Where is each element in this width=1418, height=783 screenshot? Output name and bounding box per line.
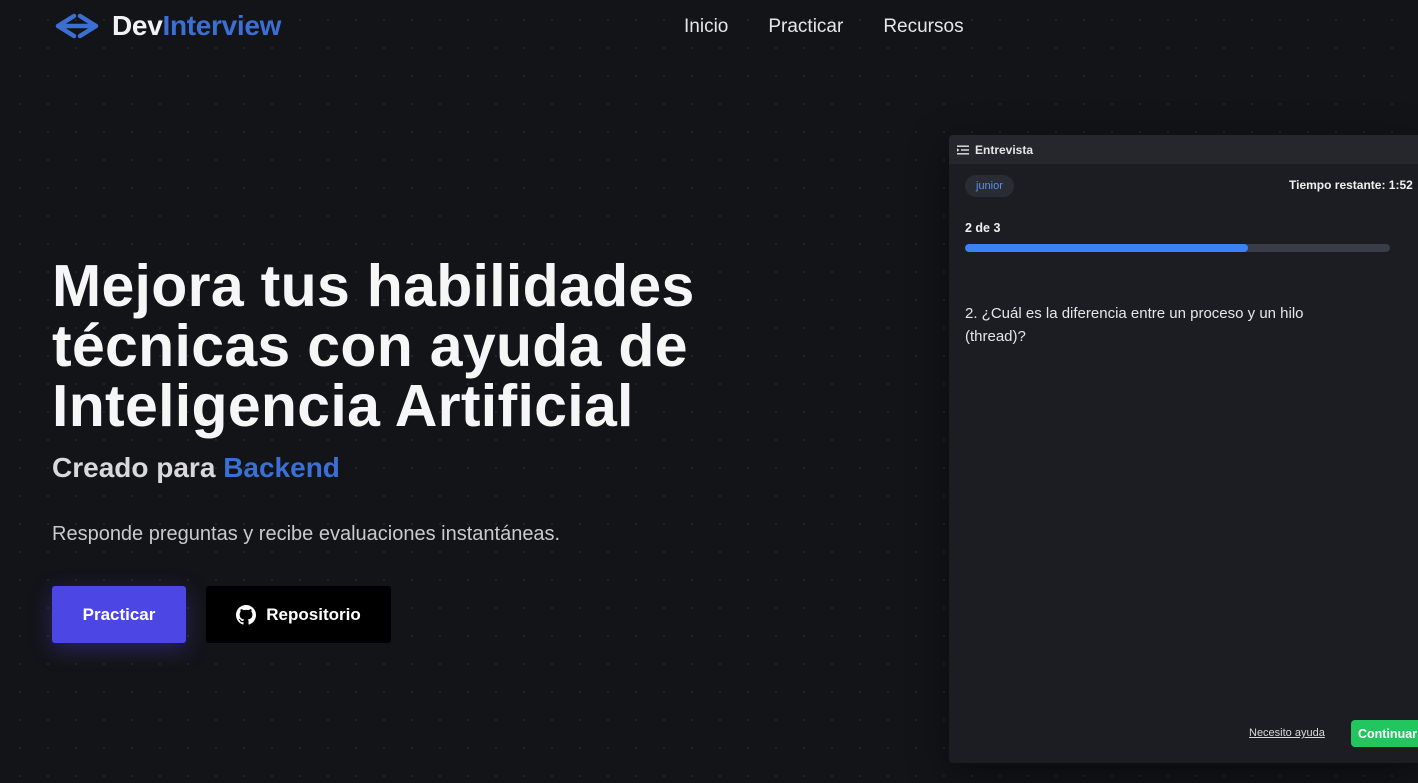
arrows-exchange-icon	[52, 13, 102, 39]
need-help-link[interactable]: Necesito ayuda	[1249, 727, 1325, 739]
hero-subtitle-highlight: Backend	[223, 452, 340, 483]
hero-title-line-3: Inteligencia Artificial	[52, 373, 634, 439]
repository-button-label: Repositorio	[266, 604, 361, 624]
time-remaining: Tiempo restante: 1:52	[1289, 178, 1413, 192]
nav-item-inicio[interactable]: Inicio	[684, 16, 728, 38]
practice-button[interactable]: Practicar	[52, 586, 186, 643]
practice-button-label: Practicar	[82, 604, 156, 624]
brand-name-dev: Dev	[112, 10, 163, 41]
question-text: 2. ¿Cuál es la diferencia entre un proce…	[965, 305, 1304, 345]
nav-item-practicar[interactable]: Practicar	[768, 16, 843, 38]
site-header: DevInterview Inicio Practicar Recursos	[0, 0, 1418, 56]
hero-subtitle-prefix: Creado para	[52, 452, 216, 483]
main-nav: Inicio Practicar Recursos	[684, 16, 964, 38]
brand-name-interview: Interview	[162, 10, 282, 41]
hero-title: Mejora tus habilidades técnicas con ayud…	[52, 256, 752, 436]
brand-name: DevInterview	[112, 10, 281, 42]
interview-panel-header: Entrevista	[949, 135, 1418, 164]
brand-logo[interactable]: DevInterview	[52, 10, 281, 42]
hero-title-line-2: técnicas con ayuda de	[52, 313, 688, 379]
hero-description: Responde preguntas y recibe evaluaciones…	[52, 523, 561, 545]
list-indent-icon	[957, 145, 969, 155]
progress-bar-fill	[965, 244, 1249, 252]
repository-button[interactable]: Repositorio	[206, 586, 391, 643]
continue-button-label: Continuar	[1358, 726, 1418, 741]
hero-title-line-1: Mejora tus habilidades	[52, 253, 695, 319]
continue-button[interactable]: Continuar	[1351, 720, 1418, 747]
nav-item-recursos[interactable]: Recursos	[883, 16, 963, 38]
interview-panel-title: Entrevista	[975, 142, 1034, 157]
progress-bar	[965, 244, 1390, 252]
level-badge: junior	[965, 175, 1014, 197]
github-icon	[236, 604, 257, 625]
interview-panel: Entrevista junior Tiempo restante: 1:52 …	[949, 135, 1418, 763]
progress-label: 2 de 3	[965, 221, 1001, 235]
hero-subtitle: Creado para Backend	[52, 452, 340, 484]
